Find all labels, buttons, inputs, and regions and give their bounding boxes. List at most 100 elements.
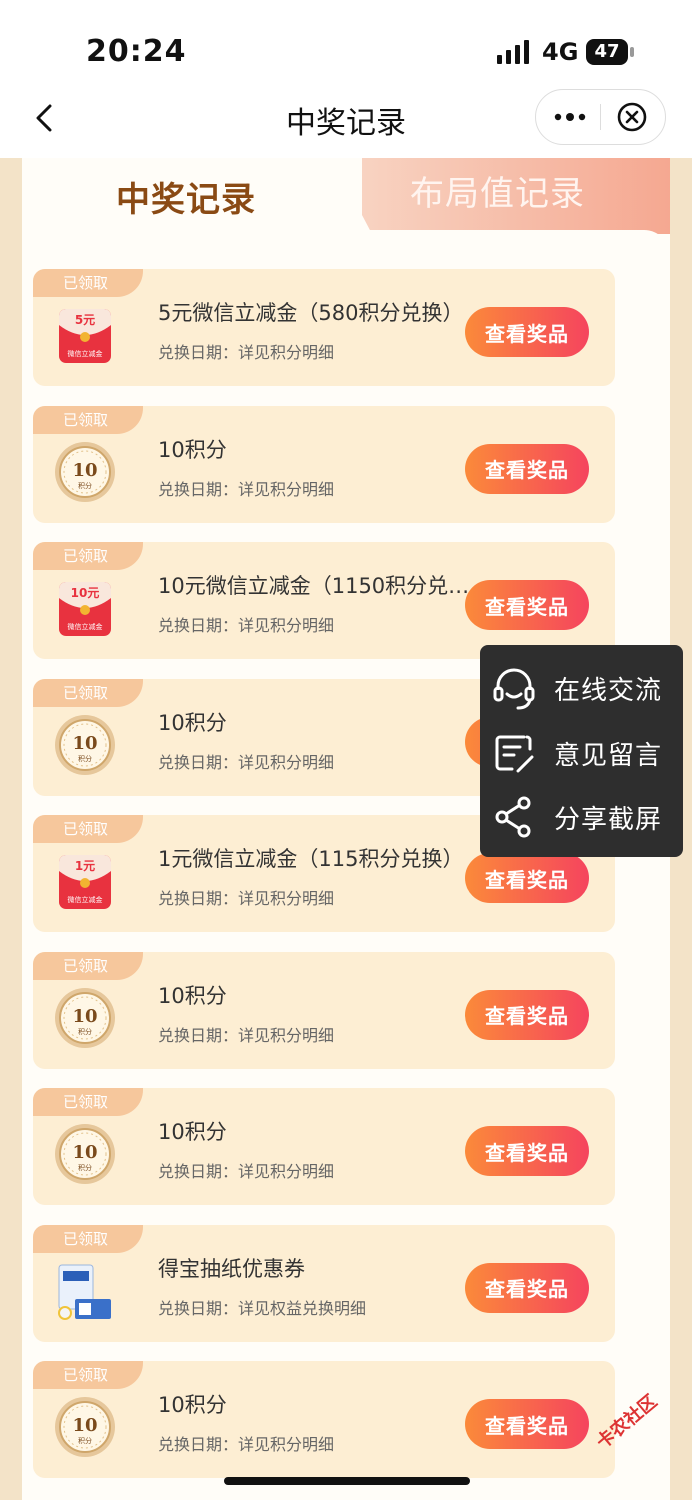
record-card: 已领取 10元微信立减金 10元微信立减金（1150积分兑换） 兑换日期：详见积分明细… (33, 542, 615, 659)
points-coin-icon: 10积分 (55, 714, 115, 775)
record-title: 10积分 (158, 437, 227, 462)
points-amount: 10 (72, 460, 97, 481)
tissue-product-icon (58, 1264, 111, 1320)
points-amount: 10 (72, 733, 97, 754)
nav-bar: 中奖记录 (0, 80, 692, 158)
record-title: 5元微信立减金（580积分兑换） (158, 301, 464, 325)
record-title: 得宝抽纸优惠券 (158, 1256, 305, 1281)
wechat-coupon-icon: 10元微信立减金 (59, 582, 111, 636)
record-date: 兑换日期：详见积分明细 (158, 1162, 335, 1181)
points-coin-icon: 10积分 (55, 1397, 115, 1457)
claimed-badge-label: 已领取 (63, 1366, 109, 1384)
points-caption: 积分 (78, 1163, 92, 1172)
popup-menu: 在线交流 意见留言 分享截屏 (480, 645, 683, 857)
claimed-badge: 已领取 (33, 951, 143, 980)
points-coin-icon: 10积分 (55, 987, 115, 1048)
record-card: 已领取10积分10积分兑换日期：详见积分明细查看奖品 (33, 405, 615, 523)
claimed-badge-label: 已领取 (63, 1229, 109, 1248)
coupon-amount: 10元 (71, 586, 100, 600)
view-prize-button[interactable]: 查看奖品 (465, 307, 589, 357)
points-caption: 积分 (78, 481, 92, 490)
claimed-badge: 已领取 (33, 678, 143, 707)
record-title: 10元微信立减金（1150积分兑换） (158, 574, 473, 598)
record-card: 已领取得宝抽纸优惠券兑换日期：详见权益兑换明细 查看奖品 (33, 1224, 615, 1342)
menu-item-label: 在线交流 (554, 676, 663, 706)
claimed-badge: 已领取 (33, 405, 143, 434)
menu-item-label: 意见留言 (554, 741, 663, 771)
home-indicator[interactable] (224, 1477, 470, 1485)
points-coin-icon: 10积分 (55, 441, 115, 502)
record-date: 兑换日期：详见积分明细 (158, 343, 335, 362)
battery-icon: 47 (586, 39, 628, 65)
tab-label: 中奖记录 (116, 180, 256, 220)
record-card: 已领取10积分10积分兑换日期：详见积分明细查看奖品 (33, 1361, 615, 1478)
claimed-badge-label: 已领取 (63, 274, 109, 292)
record-date: 兑换日期：详见积分明细 (158, 616, 335, 635)
headset-icon (493, 668, 535, 710)
network-type: 4G (542, 38, 579, 66)
claimed-badge-label: 已领取 (63, 547, 109, 565)
capsule-divider (600, 104, 601, 130)
record-title: 10积分 (158, 1393, 227, 1417)
record-title: 1元微信立减金（115积分兑换） (158, 847, 464, 871)
claimed-badge-label: 已领取 (63, 410, 109, 429)
record-date: 兑换日期：详见积分明细 (158, 889, 335, 908)
coupon-amount: 5元 (75, 313, 95, 327)
points-amount: 10 (72, 1006, 97, 1027)
claimed-badge: 已领取 (33, 815, 143, 843)
mini-program-capsule (535, 89, 666, 145)
claimed-badge-label: 已领取 (63, 1093, 109, 1111)
record-card: 已领取 5元微信立减金 5元微信立减金（580积分兑换） 兑换日期：详见积分明细 查看奖… (33, 269, 615, 386)
points-caption: 积分 (78, 1027, 92, 1036)
record-title: 10积分 (158, 983, 227, 1008)
view-prize-button[interactable]: 查看奖品 (465, 1126, 589, 1176)
record-date: 兑换日期：详见积分明细 (158, 752, 335, 772)
record-card: 已领取10积分10积分兑换日期：详见积分明细查看奖品 (33, 951, 615, 1069)
battery-cap (630, 47, 634, 57)
signal-icon (497, 40, 529, 64)
view-prize-button[interactable]: 查看奖品 (465, 1399, 589, 1449)
tab-prize-records[interactable]: 中奖记录 (22, 158, 362, 230)
record-date: 兑换日期：详见积分明细 (158, 479, 335, 499)
menu-item-share-screenshot[interactable]: 分享截屏 (480, 783, 683, 847)
claimed-badge: 已领取 (33, 1361, 143, 1389)
wechat-coupon-icon: 1元微信立减金 (59, 855, 111, 909)
record-date: 兑换日期：详见积分明细 (158, 1435, 335, 1454)
claimed-badge-label: 已领取 (63, 683, 109, 702)
points-caption: 积分 (78, 754, 92, 763)
claimed-badge: 已领取 (33, 1224, 143, 1253)
view-prize-button[interactable]: 查看奖品 (465, 580, 589, 630)
claimed-badge-label: 已领取 (63, 956, 109, 975)
record-date: 兑换日期：详见权益兑换明细 (158, 1298, 367, 1318)
points-caption: 积分 (78, 1436, 92, 1445)
points-amount: 10 (72, 1415, 97, 1436)
coupon-caption: 微信立减金 (68, 349, 103, 358)
close-circle-icon[interactable] (616, 101, 648, 133)
view-prize-button[interactable]: 查看奖品 (465, 989, 589, 1040)
claimed-badge: 已领取 (33, 542, 143, 570)
points-coin-icon: 10积分 (55, 1124, 115, 1184)
more-dots-icon[interactable] (552, 104, 588, 130)
tab-label: 布局值记录 (410, 174, 585, 214)
share-icon (495, 796, 531, 838)
record-title: 10积分 (158, 1120, 227, 1144)
tab-layout-records[interactable]: 布局值记录 (332, 158, 670, 234)
record-card: 已领取10积分10积分兑换日期：详见积分明细查看奖品 (33, 1088, 615, 1205)
claimed-badge: 已领取 (33, 269, 143, 297)
feedback-icon (495, 735, 534, 773)
record-title: 10积分 (158, 710, 227, 735)
coupon-caption: 微信立减金 (68, 622, 103, 631)
view-prize-button[interactable]: 查看奖品 (465, 443, 589, 494)
menu-item-label: 分享截屏 (554, 805, 663, 835)
coupon-amount: 1元 (75, 859, 95, 873)
menu-item-online-chat[interactable]: 在线交流 (480, 654, 683, 718)
view-prize-button[interactable]: 查看奖品 (465, 853, 589, 903)
view-prize-button[interactable]: 查看奖品 (465, 1262, 589, 1313)
record-date: 兑换日期：详见积分明细 (158, 1025, 335, 1045)
claimed-badge: 已领取 (33, 1088, 143, 1116)
status-time: 20:24 (86, 34, 187, 69)
coupon-caption: 微信立减金 (68, 895, 103, 904)
points-amount: 10 (72, 1142, 97, 1163)
claimed-badge-label: 已领取 (63, 820, 109, 838)
menu-item-feedback[interactable]: 意见留言 (480, 719, 683, 783)
